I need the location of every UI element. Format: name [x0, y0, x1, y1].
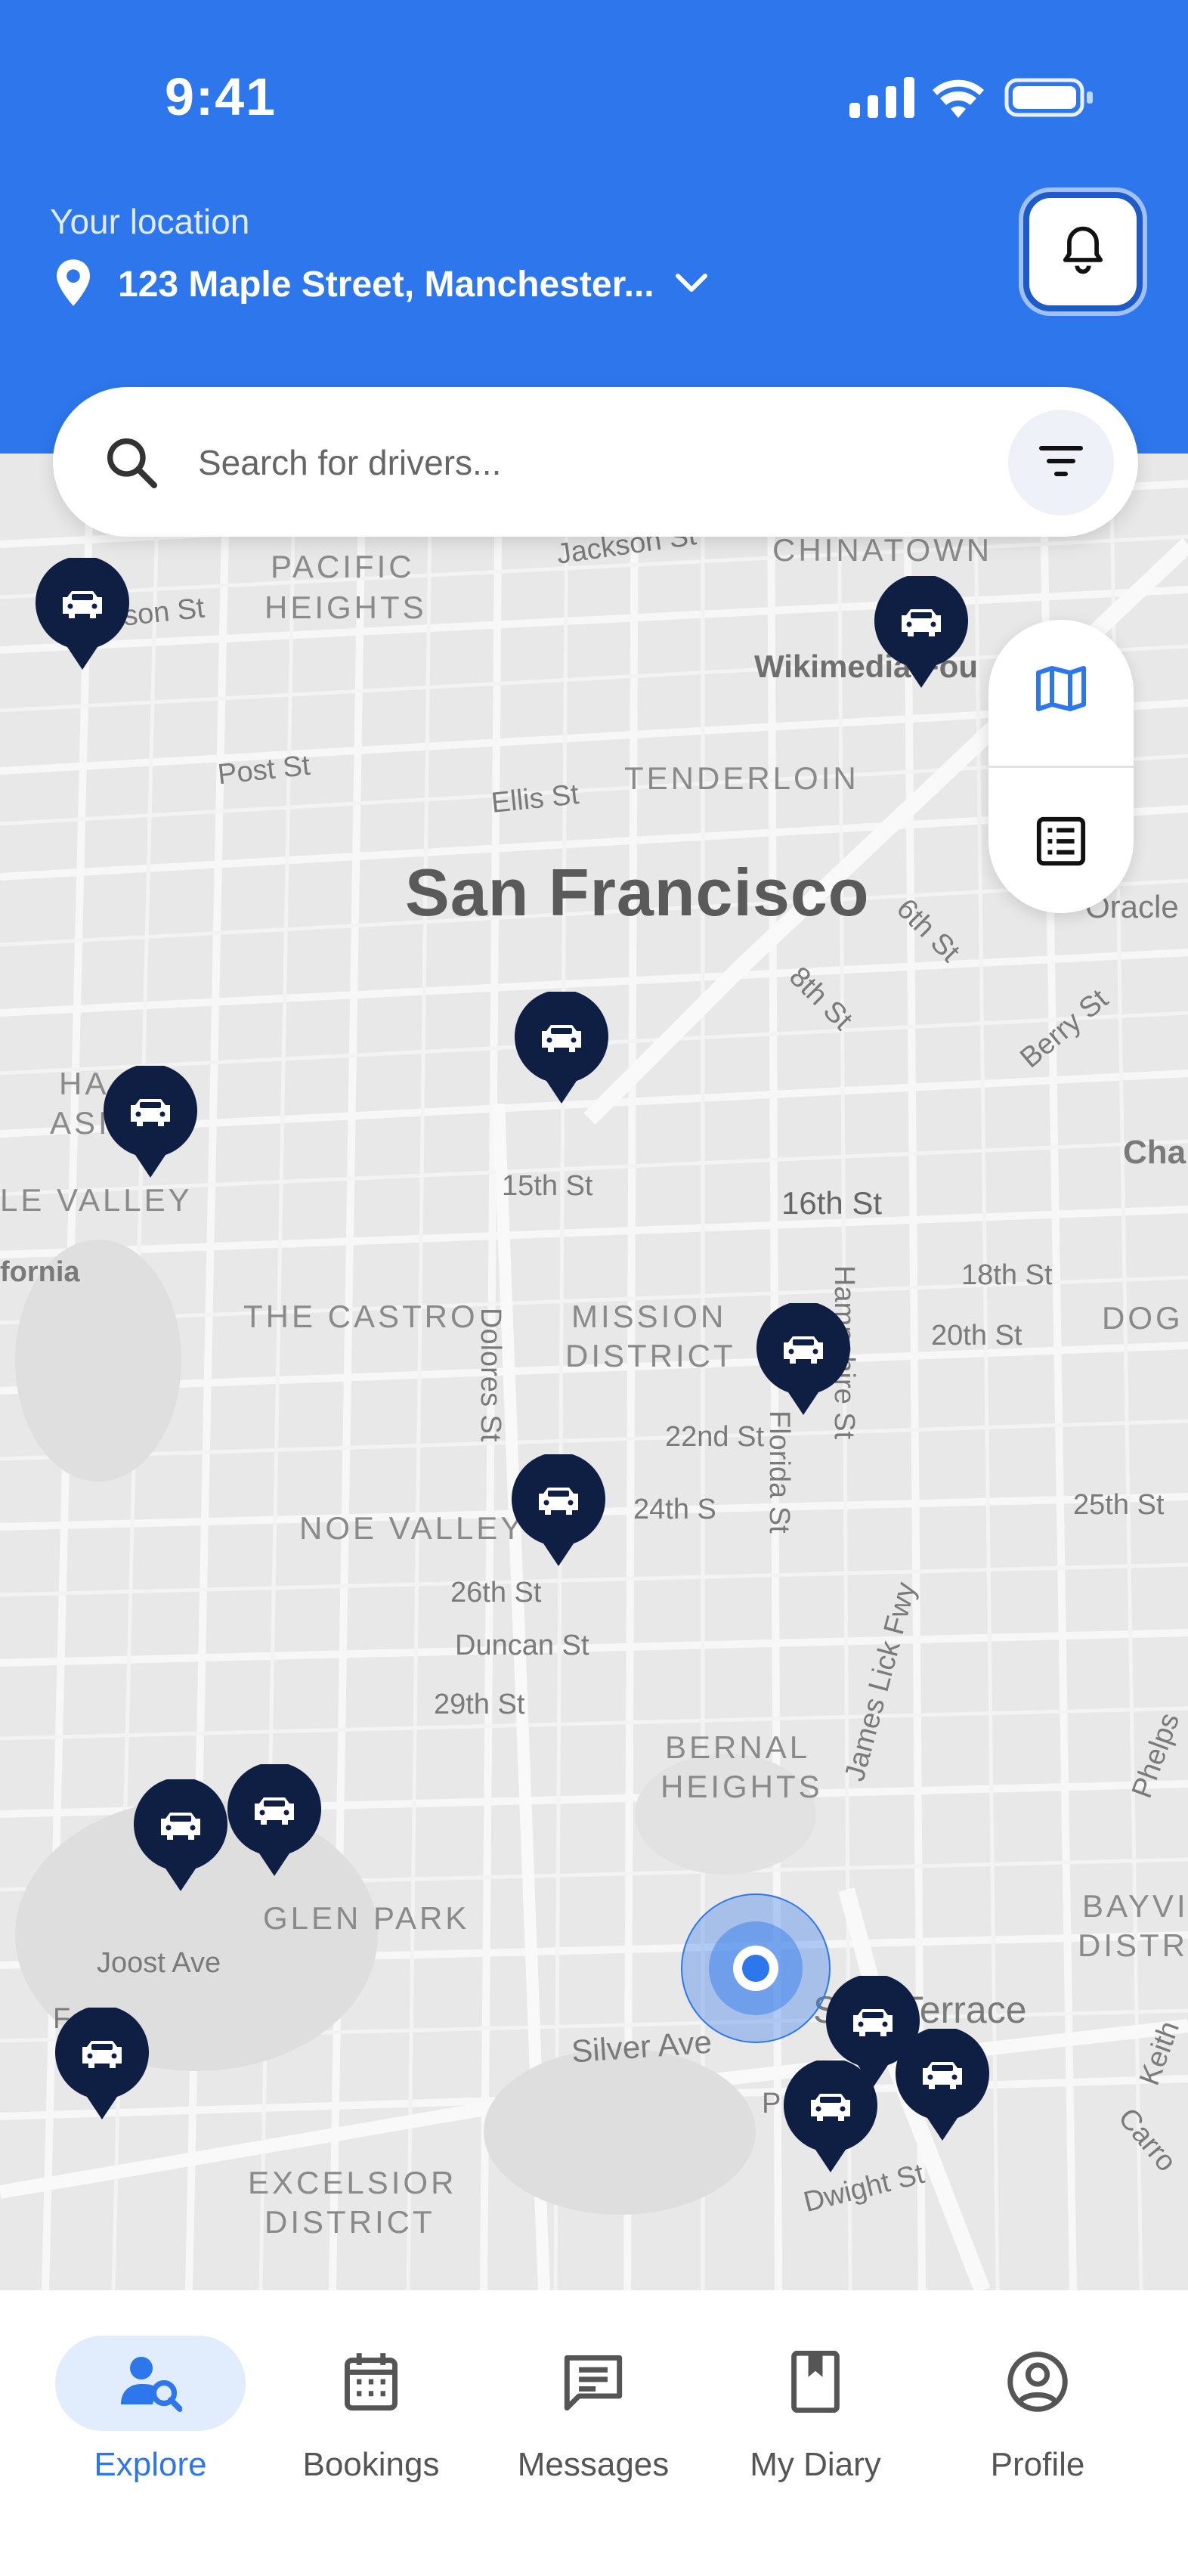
street-label: 25th St — [1073, 1489, 1165, 1521]
status-time: 9:41 — [165, 67, 277, 126]
driver-pin[interactable] — [512, 989, 611, 1105]
map-label: BAYVI — [1082, 1888, 1188, 1924]
user-search-icon — [119, 2352, 183, 2416]
street-label: 18th St — [961, 1259, 1053, 1291]
profile-icon — [1007, 2351, 1069, 2417]
chevron-down-icon — [674, 271, 709, 298]
bookmark-icon — [789, 2350, 842, 2417]
street-label: 26th St — [450, 1577, 542, 1608]
driver-pin[interactable] — [754, 1301, 852, 1416]
calendar-icon — [342, 2351, 400, 2417]
driver-pin[interactable] — [53, 2005, 151, 2121]
street-label: Joost Ave — [97, 1947, 221, 1979]
list-view-button[interactable] — [988, 779, 1134, 907]
street-label: fornia — [0, 1256, 80, 1288]
map-icon — [1034, 664, 1088, 717]
driver-pin[interactable] — [33, 556, 131, 671]
tab-label: My Diary — [750, 2446, 881, 2483]
search-input[interactable] — [196, 428, 1016, 497]
filter-icon — [1038, 444, 1084, 482]
map-label: NOE VALLEY — [299, 1510, 525, 1546]
street-label: Dolores St — [475, 1308, 506, 1442]
map-label: MISSION — [571, 1299, 727, 1334]
search-bar — [53, 387, 1138, 537]
tab-label: Messages — [517, 2446, 670, 2483]
map-label: DISTRICT — [265, 2204, 435, 2240]
map-city-label: San Francisco — [405, 855, 870, 930]
filter-button[interactable] — [1008, 410, 1114, 516]
notifications-button[interactable] — [1023, 192, 1143, 311]
street-label: 24th S — [633, 1494, 716, 1525]
tab-label: Explore — [94, 2446, 207, 2483]
status-icons — [848, 76, 1097, 119]
view-toggle — [988, 620, 1134, 913]
tab-label: Profile — [990, 2446, 1085, 2483]
signal-icon — [849, 77, 914, 118]
list-icon — [1035, 816, 1087, 870]
driver-pin[interactable] — [225, 1762, 323, 1878]
map-label: PACIFIC — [271, 549, 415, 584]
map-label: GLEN PARK — [263, 1900, 470, 1936]
map-label: BERNAL — [665, 1729, 811, 1765]
tab-profile[interactable]: Profile — [927, 2336, 1149, 2487]
driver-pin[interactable] — [893, 2026, 992, 2142]
driver-pin[interactable] — [872, 574, 970, 689]
driver-pin[interactable] — [509, 1452, 608, 1568]
map-label: TENDERLOIN — [624, 760, 859, 796]
tab-bar: Explore Bookings Messages My Diary Profi… — [0, 2290, 1188, 2576]
tab-label: Bookings — [302, 2446, 440, 2483]
location-value: 123 Maple Street, Manchester... — [118, 264, 654, 305]
driver-pin[interactable] — [781, 2058, 880, 2174]
map-label: DISTRICT — [565, 1338, 736, 1373]
map-label: LE VALLEY — [0, 1182, 193, 1218]
location-selector[interactable]: 123 Maple Street, Manchester... — [53, 254, 709, 314]
street-label: 29th St — [434, 1689, 525, 1720]
street-label: Cha — [1123, 1134, 1186, 1171]
map-view-button[interactable] — [988, 626, 1134, 754]
driver-pin[interactable] — [131, 1777, 230, 1893]
tab-bookings[interactable]: Bookings — [260, 2336, 482, 2487]
street-label: P — [762, 2088, 781, 2119]
street-label: Florida St — [763, 1410, 795, 1534]
street-label: Duncan St — [455, 1630, 589, 1661]
divider — [988, 766, 1134, 768]
map-label: DOG — [1102, 1300, 1183, 1336]
street-label: 22nd St — [665, 1421, 764, 1453]
bell-icon — [1060, 224, 1106, 280]
street-label: 20th St — [931, 1320, 1022, 1351]
tab-messages[interactable]: Messages — [482, 2336, 704, 2487]
map-label: HEIGHTS — [661, 1769, 823, 1804]
map-label: THE CASTRO — [243, 1299, 478, 1334]
wifi-icon — [933, 79, 984, 118]
street-label: 16th St — [781, 1185, 883, 1221]
map-label: HEIGHTS — [265, 590, 427, 625]
driver-pin[interactable] — [101, 1064, 200, 1179]
battery-icon — [1004, 78, 1093, 117]
message-icon — [562, 2352, 624, 2416]
tab-my-diary[interactable]: My Diary — [704, 2336, 927, 2487]
location-pin-icon — [53, 258, 94, 311]
user-location-marker — [680, 1893, 831, 2044]
map-label: CHINATOWN — [772, 532, 993, 568]
location-label: Your location — [50, 202, 250, 241]
tab-explore[interactable]: Explore — [39, 2336, 261, 2487]
search-icon — [101, 432, 162, 497]
map-label: EXCELSIOR — [248, 2165, 457, 2200]
header: 9:41 Your location 123 Maple Street, Man… — [0, 0, 1188, 454]
map-label: DISTR — [1078, 1927, 1188, 1963]
street-label: 15th St — [502, 1170, 593, 1202]
